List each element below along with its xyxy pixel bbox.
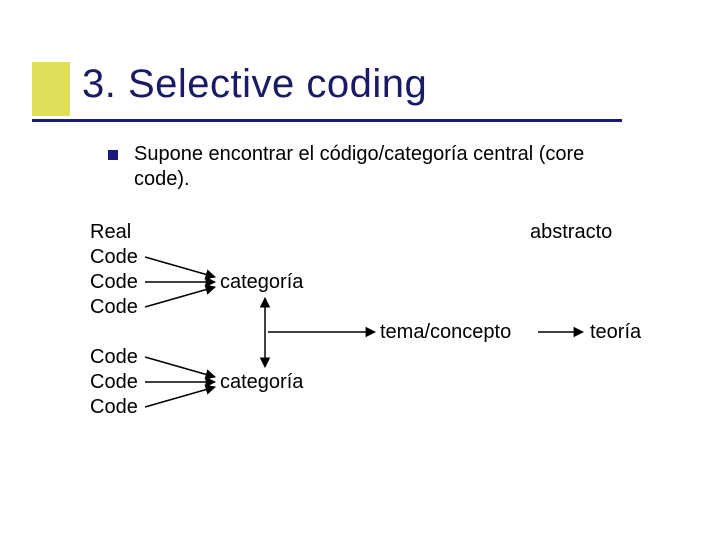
slide: 3. Selective coding Supone encontrar el … — [0, 0, 720, 540]
arrow-code1a-cat1 — [145, 257, 215, 277]
arrow-code1c-cat1 — [145, 287, 215, 307]
diagram-arrows — [90, 220, 650, 430]
bullet-square-icon — [108, 150, 118, 160]
title-underline — [32, 119, 622, 122]
bullet-item: Supone encontrar el código/categoría cen… — [108, 142, 628, 192]
diagram: Real Code Code Code Code Code Code categ… — [90, 220, 650, 430]
slide-title: 3. Selective coding — [82, 62, 427, 107]
bullet-text: Supone encontrar el código/categoría cen… — [134, 142, 628, 192]
arrow-code2a-cat2 — [145, 357, 215, 377]
arrow-code2c-cat2 — [145, 387, 215, 407]
title-accent-block — [32, 62, 70, 116]
